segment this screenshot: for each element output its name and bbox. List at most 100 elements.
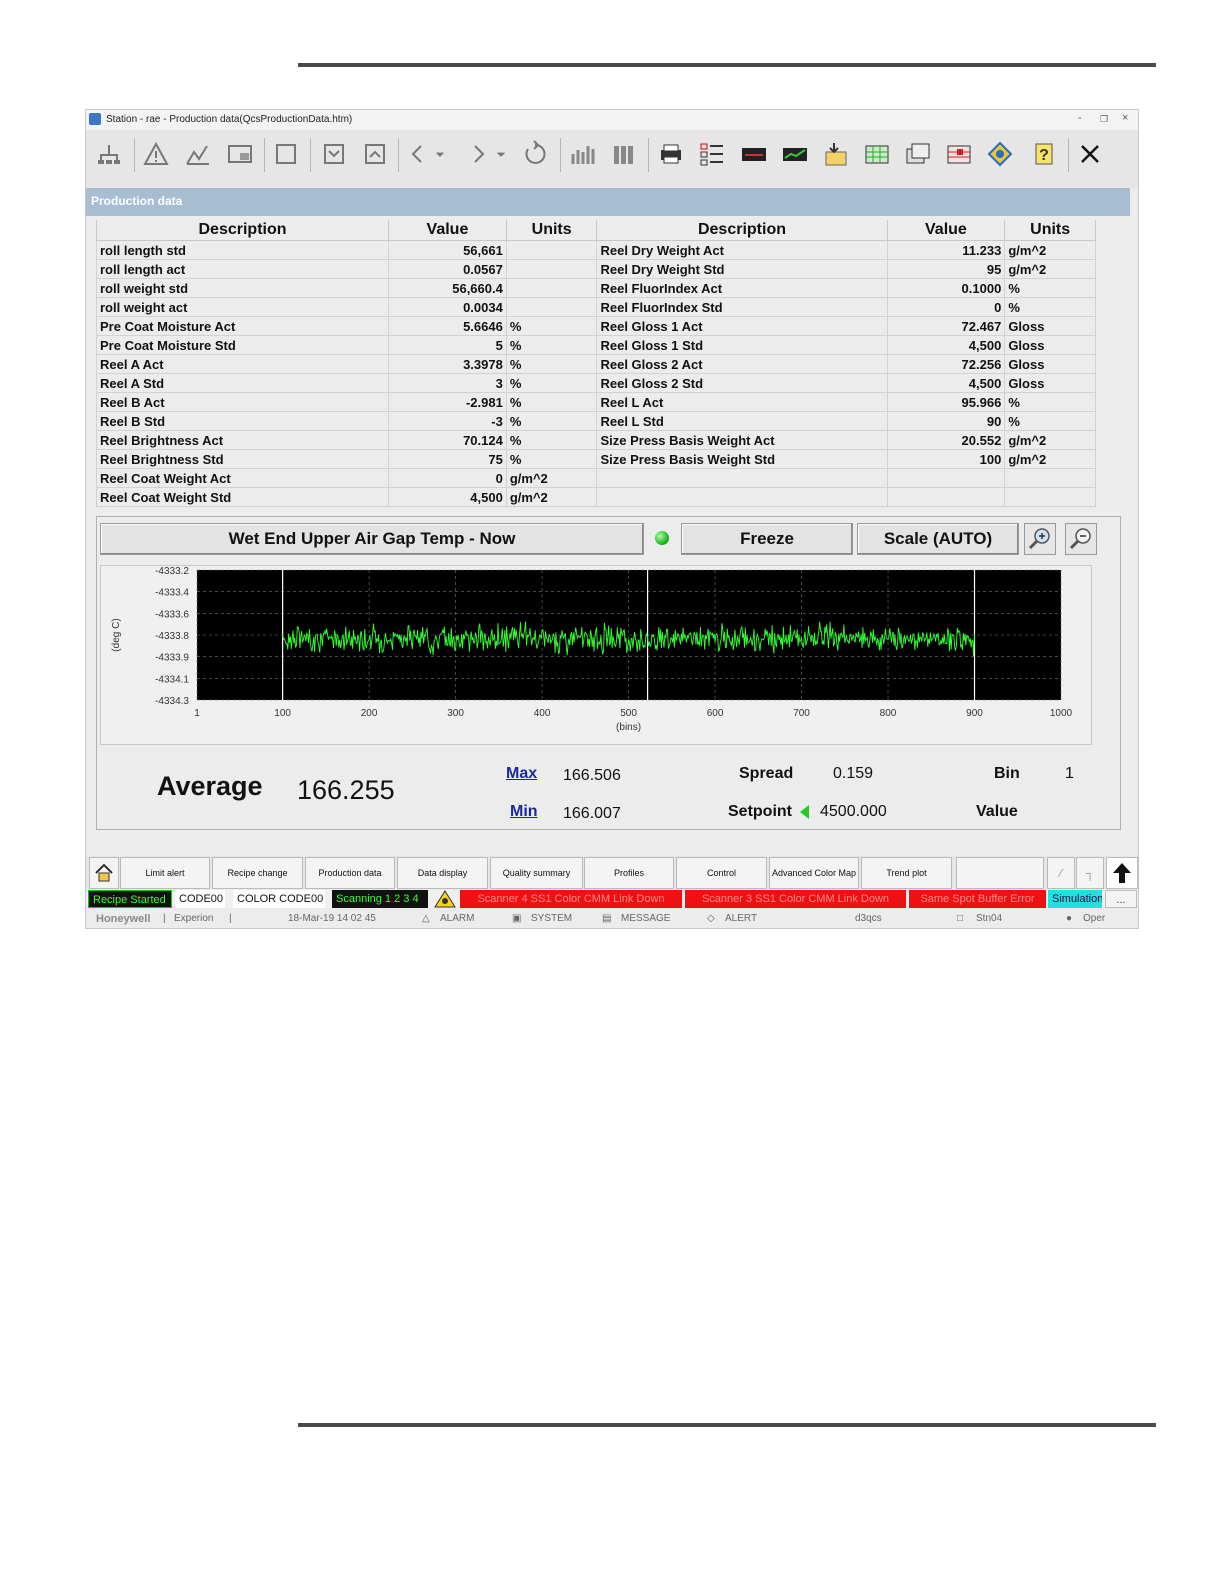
nav-advanced-color-map[interactable]: Advanced Color Map [769, 857, 859, 889]
export-icon[interactable] [818, 136, 854, 172]
cell-units: % [505, 449, 598, 469]
home-button[interactable] [89, 857, 119, 889]
system-link[interactable]: SYSTEM [531, 913, 572, 924]
table-row: roll weight std 56,660.4 Reel FluorIndex A… [95, 278, 1096, 298]
y-tick-label: -4333.6 [155, 609, 189, 620]
message-link[interactable]: MESSAGE [621, 913, 670, 924]
grid-green-icon[interactable] [859, 136, 895, 172]
max-value: 166.506 [563, 767, 621, 784]
alarm-scanner-4[interactable]: Scanner 4 SS1 Color CMM Link Down [460, 890, 682, 908]
column-header-value: Value [388, 220, 507, 241]
alarm-scanner-3[interactable]: Scanner 3 SS1 Color CMM Link Down [685, 890, 906, 908]
up-arrow-button[interactable] [1106, 857, 1138, 889]
toolbar-separator [264, 138, 265, 172]
display-icon[interactable] [222, 136, 258, 172]
trend-variable-button[interactable]: Wet End Upper Air Gap Temp - Now [100, 523, 644, 555]
cell-units [1004, 468, 1096, 488]
nav-control[interactable]: Control [676, 857, 767, 889]
zoom-in-icon[interactable] [1024, 523, 1056, 555]
alarm-triangle-icon[interactable] [138, 136, 174, 172]
more-button[interactable]: ... [1105, 890, 1137, 908]
zoom-out-icon[interactable] [1065, 523, 1097, 555]
print-icon[interactable] [653, 136, 689, 172]
nav-tool-button[interactable]: ∕ [1047, 857, 1075, 889]
nav-empty-button[interactable] [956, 857, 1044, 889]
scale-auto-button[interactable]: Scale (AUTO) [857, 523, 1019, 555]
checklist-icon[interactable] [694, 136, 730, 172]
cell-value: 0.0567 [388, 259, 507, 279]
alarm-same-spot[interactable]: Same Spot Buffer Error [909, 890, 1046, 908]
color-code-status: COLOR CODE00 [233, 890, 325, 908]
cell-value: 0.0034 [388, 297, 507, 317]
nav-tool-button[interactable]: ┐ [1076, 857, 1104, 889]
cell-value: 20.552 [886, 430, 1006, 450]
column-header-value: Value [886, 220, 1006, 241]
forward-dropdown-icon[interactable] [491, 136, 511, 172]
cell-value: 0.1000 [886, 278, 1006, 298]
y-tick-label: -4333.9 [155, 653, 189, 664]
max-link[interactable]: Max [506, 765, 537, 783]
trend-icon[interactable] [180, 136, 216, 172]
cell-units: % [505, 316, 598, 336]
nav-limit-alert[interactable]: Limit alert [120, 857, 210, 889]
close-window-button[interactable]: × [1122, 112, 1128, 124]
minimize-button[interactable]: - [1078, 112, 1082, 124]
cell-description: roll weight act [95, 297, 390, 317]
scanning-status: Scanning 1 2 3 4 [332, 890, 428, 908]
x-tick-label: 800 [880, 708, 897, 719]
table-body: roll length std 56,661 Reel Dry Weight Act… [95, 240, 1096, 507]
help-icon[interactable]: ? [1026, 136, 1062, 172]
cell-value: 4,500 [388, 487, 507, 507]
nav-profiles[interactable]: Profiles [584, 857, 674, 889]
freeze-button[interactable]: Freeze [681, 523, 853, 555]
cell-description: Reel FluorIndex Act [596, 278, 888, 298]
setpoint-arrow-icon [800, 805, 809, 819]
home-icon [95, 863, 113, 882]
nav-recipe-change[interactable]: Recipe change [212, 857, 303, 889]
alarm-link[interactable]: ALARM [440, 913, 474, 924]
table-row: Reel Brightness Std 75% Size Press Basis W… [95, 449, 1096, 469]
nav-trend-plot[interactable]: Trend plot [861, 857, 952, 889]
toolbar: ? [86, 130, 1138, 188]
collapse-icon[interactable] [316, 136, 352, 172]
network-icon[interactable] [982, 136, 1018, 172]
cell-value: 95 [886, 259, 1006, 279]
average-value: 166.255 [297, 775, 395, 805]
min-value: 166.007 [563, 805, 621, 822]
cell-description: Reel A Std [95, 373, 390, 393]
svg-text:?: ? [1039, 147, 1049, 164]
refresh-icon[interactable] [517, 136, 553, 172]
nav-data-display[interactable]: Data display [397, 857, 488, 889]
cell-units: % [1004, 411, 1096, 431]
chart-bars-icon[interactable] [564, 136, 600, 172]
cell-value: -2.981 [388, 392, 507, 412]
product-name: Experion [174, 913, 214, 924]
cell-units: g/m^2 [1004, 449, 1096, 469]
display-dark-icon[interactable] [736, 136, 772, 172]
window-icon[interactable] [268, 136, 304, 172]
nav-quality-summary[interactable]: Quality summary [490, 857, 583, 889]
table-red-icon[interactable] [941, 136, 977, 172]
spread-value: 0.159 [833, 765, 874, 782]
display-trend-icon[interactable] [777, 136, 813, 172]
cell-units: % [505, 354, 598, 374]
y-tick-label: -4333.2 [155, 566, 189, 577]
back-dropdown-icon[interactable] [430, 136, 450, 172]
columns-icon[interactable] [606, 136, 642, 172]
station-window: Station - rae - Production data(QcsProdu… [86, 110, 1138, 928]
toolbar-separator [1068, 138, 1069, 172]
restore-button[interactable]: ❐ [1100, 114, 1108, 125]
expand-icon[interactable] [357, 136, 393, 172]
close-display-icon[interactable] [1072, 136, 1108, 172]
cell-description: Reel B Std [95, 411, 390, 431]
user-icon: ● [1066, 913, 1073, 924]
nav-production-data[interactable]: Production data [305, 857, 395, 889]
display-header: Production data [86, 188, 1130, 216]
cell-units: g/m^2 [1004, 240, 1096, 260]
cell-description: Reel B Act [95, 392, 390, 412]
cell-units: % [1004, 278, 1096, 298]
hierarchy-icon[interactable] [91, 136, 127, 172]
min-link[interactable]: Min [510, 803, 538, 821]
windows-icon[interactable] [900, 136, 936, 172]
alert-link[interactable]: ALERT [725, 913, 757, 924]
